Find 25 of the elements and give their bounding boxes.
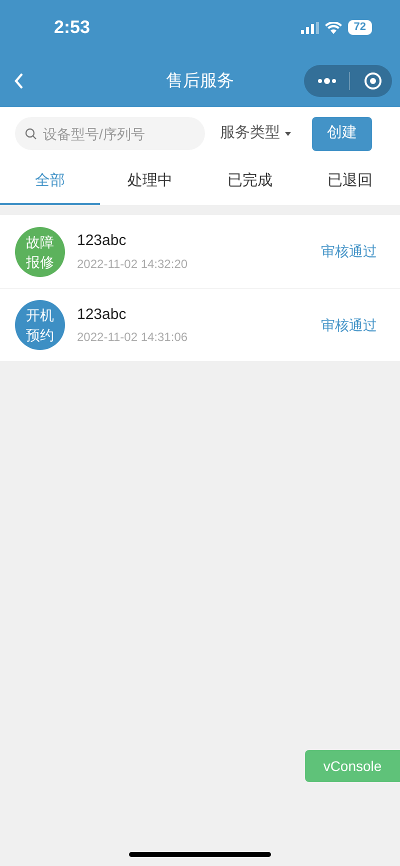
service-type-dropdown[interactable]: 服务类型 bbox=[220, 122, 291, 145]
wifi-icon bbox=[324, 22, 342, 34]
badge-text: 开机 bbox=[26, 306, 54, 325]
record-time: 2022-11-02 14:31:06 bbox=[77, 329, 188, 346]
caret-icon bbox=[285, 132, 291, 136]
record-status: 审核通过 bbox=[321, 316, 377, 334]
battery-indicator: 72 bbox=[348, 20, 372, 35]
record-status: 审核通过 bbox=[321, 242, 377, 261]
more-icon[interactable] bbox=[317, 78, 337, 84]
status-time: 2:53 bbox=[54, 16, 90, 39]
badge-text: 预约 bbox=[26, 326, 54, 345]
record-name: 123abc bbox=[77, 231, 128, 252]
page-title: 售后服务 bbox=[166, 70, 234, 92]
tab[interactable]: 已退回 bbox=[300, 160, 400, 205]
tab[interactable]: 已完成 bbox=[200, 160, 300, 205]
back-icon[interactable] bbox=[14, 72, 24, 90]
search-icon bbox=[25, 128, 37, 140]
record-name: 123abc bbox=[77, 304, 128, 325]
close-icon[interactable] bbox=[364, 72, 382, 90]
signal-icon bbox=[300, 22, 319, 34]
badge-text: 报修 bbox=[26, 252, 54, 272]
record-time: 2022-11-02 14:32:20 bbox=[77, 256, 188, 273]
search-field[interactable]: 设备型号/序列号 bbox=[15, 117, 205, 150]
badge-text: 故障 bbox=[26, 232, 54, 252]
tab[interactable]: 处理中 bbox=[100, 160, 200, 205]
